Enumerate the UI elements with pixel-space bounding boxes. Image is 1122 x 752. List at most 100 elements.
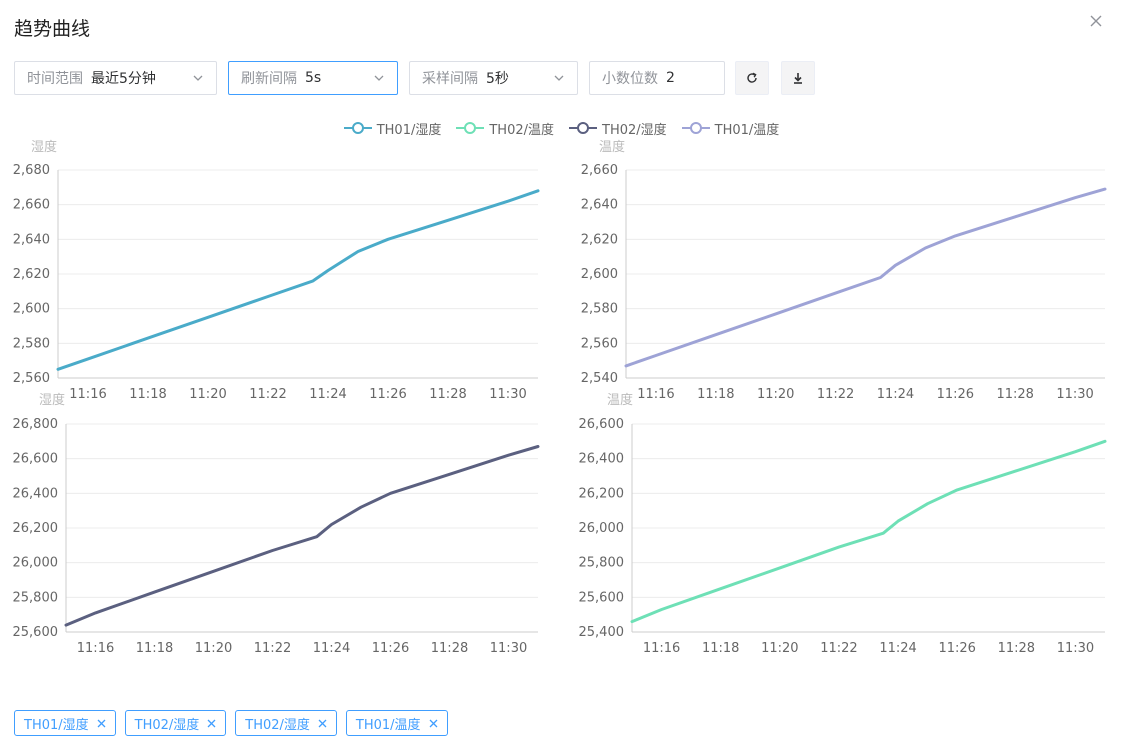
x-tick-label: 11:26 bbox=[369, 387, 406, 402]
x-tick-label: 11:24 bbox=[879, 641, 916, 656]
decimals-value: 2 bbox=[666, 70, 675, 86]
y-tick-label: 2,660 bbox=[581, 163, 618, 178]
refresh-icon bbox=[747, 72, 757, 83]
y-tick-label: 26,800 bbox=[13, 417, 59, 432]
y-tick-label: 2,600 bbox=[13, 302, 50, 317]
y-tick-label: 2,680 bbox=[13, 163, 50, 178]
chevron-down-icon bbox=[193, 75, 203, 81]
series-tag: TH02/湿度 bbox=[124, 710, 227, 736]
refresh-interval-label: 刷新间隔 bbox=[241, 71, 297, 87]
x-tick-label: 11:26 bbox=[372, 641, 409, 656]
y-tick-label: 2,600 bbox=[581, 267, 618, 282]
series-tag-label: TH01/温度 bbox=[355, 717, 421, 733]
dialog-title: 趋势曲线 bbox=[14, 18, 91, 40]
x-tick-label: 11:24 bbox=[313, 641, 350, 656]
refresh-button[interactable] bbox=[735, 61, 769, 95]
x-tick-label: 11:28 bbox=[996, 387, 1033, 402]
x-tick-label: 11:28 bbox=[431, 641, 468, 656]
time-range-value: 最近5分钟 bbox=[91, 71, 156, 87]
legend-item[interactable]: TH02/湿度 bbox=[568, 119, 667, 138]
y-tick-label: 26,000 bbox=[579, 521, 625, 536]
chart-legend: TH01/湿度 TH02/温度 TH02/湿度 TH01/温度 bbox=[0, 119, 1122, 138]
y-tick-label: 26,200 bbox=[13, 521, 59, 536]
legend-label: TH01/湿度 bbox=[376, 122, 442, 138]
refresh-interval-value: 5s bbox=[305, 70, 322, 86]
series-tag-label: TH02/湿度 bbox=[134, 717, 200, 733]
x-tick-label: 11:22 bbox=[820, 641, 857, 656]
legend-label: TH01/温度 bbox=[714, 122, 780, 138]
x-tick-label: 11:30 bbox=[1056, 387, 1093, 402]
y-tick-label: 2,580 bbox=[13, 336, 50, 351]
x-tick-label: 11:24 bbox=[877, 387, 914, 402]
time-range-select[interactable]: 时间范围 最近5分钟 bbox=[14, 61, 217, 95]
refresh-interval-select[interactable]: 刷新间隔 5s bbox=[228, 61, 398, 95]
legend-item[interactable]: TH01/温度 bbox=[681, 119, 780, 138]
x-tick-label: 11:24 bbox=[309, 387, 346, 402]
download-button[interactable] bbox=[781, 61, 815, 95]
x-tick-label: 11:16 bbox=[643, 641, 680, 656]
x-tick-label: 11:20 bbox=[189, 387, 226, 402]
charts-area: 湿度 2,560 2,580 2,600 2,620 2,640 2,660 2,680 11:… bbox=[13, 139, 1107, 656]
x-tick-label: 11:18 bbox=[136, 641, 173, 656]
x-tick-label: 11:16 bbox=[637, 387, 674, 402]
x-tick-label: 11:28 bbox=[429, 387, 466, 402]
y-tick-label: 26,400 bbox=[13, 486, 59, 501]
x-tick-label: 11:30 bbox=[489, 387, 526, 402]
y-tick-label: 25,600 bbox=[13, 625, 59, 640]
series-tag: TH01/湿度 bbox=[14, 710, 116, 736]
x-tick-label: 11:28 bbox=[998, 641, 1035, 656]
y-tick-label: 2,580 bbox=[581, 302, 618, 317]
legend-label: TH02/湿度 bbox=[602, 122, 667, 138]
series-line bbox=[630, 439, 1107, 624]
sampling-interval-select[interactable]: 采样间隔 5秒 bbox=[409, 61, 578, 95]
series-line bbox=[56, 189, 540, 371]
y-axis-title: 温度 bbox=[599, 139, 625, 155]
x-tick-label: 11:22 bbox=[249, 387, 286, 402]
y-tick-label: 2,640 bbox=[581, 198, 618, 213]
close-icon[interactable] bbox=[97, 719, 106, 728]
legend-line-marker bbox=[456, 122, 485, 134]
y-tick-label: 2,640 bbox=[13, 232, 50, 247]
series-tag: TH02/湿度 bbox=[235, 710, 337, 736]
decimals-label: 小数位数 bbox=[602, 71, 658, 87]
x-tick-label: 11:18 bbox=[697, 387, 734, 402]
y-tick-label: 25,800 bbox=[13, 590, 59, 605]
y-tick-label: 2,560 bbox=[13, 371, 50, 386]
x-tick-label: 11:26 bbox=[937, 387, 974, 402]
selected-series-tags: TH01/湿度 TH02/湿度 TH02/湿度 TH01/温度 bbox=[14, 710, 448, 736]
y-tick-label: 2,540 bbox=[581, 371, 618, 386]
y-tick-label: 2,620 bbox=[13, 267, 50, 282]
x-tick-label: 11:20 bbox=[757, 387, 794, 402]
close-icon[interactable] bbox=[429, 719, 438, 728]
legend-label: TH02/温度 bbox=[489, 122, 554, 138]
legend-item[interactable]: TH01/湿度 bbox=[343, 119, 442, 138]
y-axis-title: 湿度 bbox=[31, 139, 57, 155]
y-tick-label: 26,200 bbox=[579, 486, 625, 501]
legend-line-marker bbox=[681, 122, 710, 134]
x-tick-label: 11:30 bbox=[1057, 641, 1094, 656]
legend-line-marker bbox=[343, 122, 372, 134]
decimals-input[interactable]: 小数位数 2 bbox=[589, 61, 725, 95]
close-icon[interactable] bbox=[207, 719, 216, 728]
series-line bbox=[64, 445, 540, 627]
download-icon bbox=[794, 73, 802, 84]
x-tick-label: 11:22 bbox=[254, 641, 291, 656]
y-tick-label: 2,660 bbox=[13, 198, 50, 213]
x-tick-label: 11:26 bbox=[938, 641, 975, 656]
y-tick-label: 25,600 bbox=[579, 590, 625, 605]
y-tick-label: 26,000 bbox=[13, 556, 59, 571]
x-tick-label: 11:16 bbox=[77, 641, 114, 656]
x-tick-label: 11:22 bbox=[817, 387, 854, 402]
y-tick-label: 26,400 bbox=[579, 452, 625, 467]
chevron-down-icon bbox=[374, 75, 384, 81]
series-tag-label: TH01/湿度 bbox=[24, 717, 89, 733]
y-axis-title: 温度 bbox=[607, 392, 633, 408]
close-icon[interactable] bbox=[318, 719, 327, 728]
y-tick-label: 25,400 bbox=[579, 625, 625, 640]
y-tick-label: 2,560 bbox=[581, 336, 618, 351]
legend-item[interactable]: TH02/温度 bbox=[455, 119, 554, 138]
y-axis-title: 湿度 bbox=[39, 392, 65, 408]
x-tick-label: 11:18 bbox=[702, 641, 739, 656]
chevron-down-icon bbox=[554, 75, 564, 81]
close-icon[interactable] bbox=[1087, 12, 1105, 30]
